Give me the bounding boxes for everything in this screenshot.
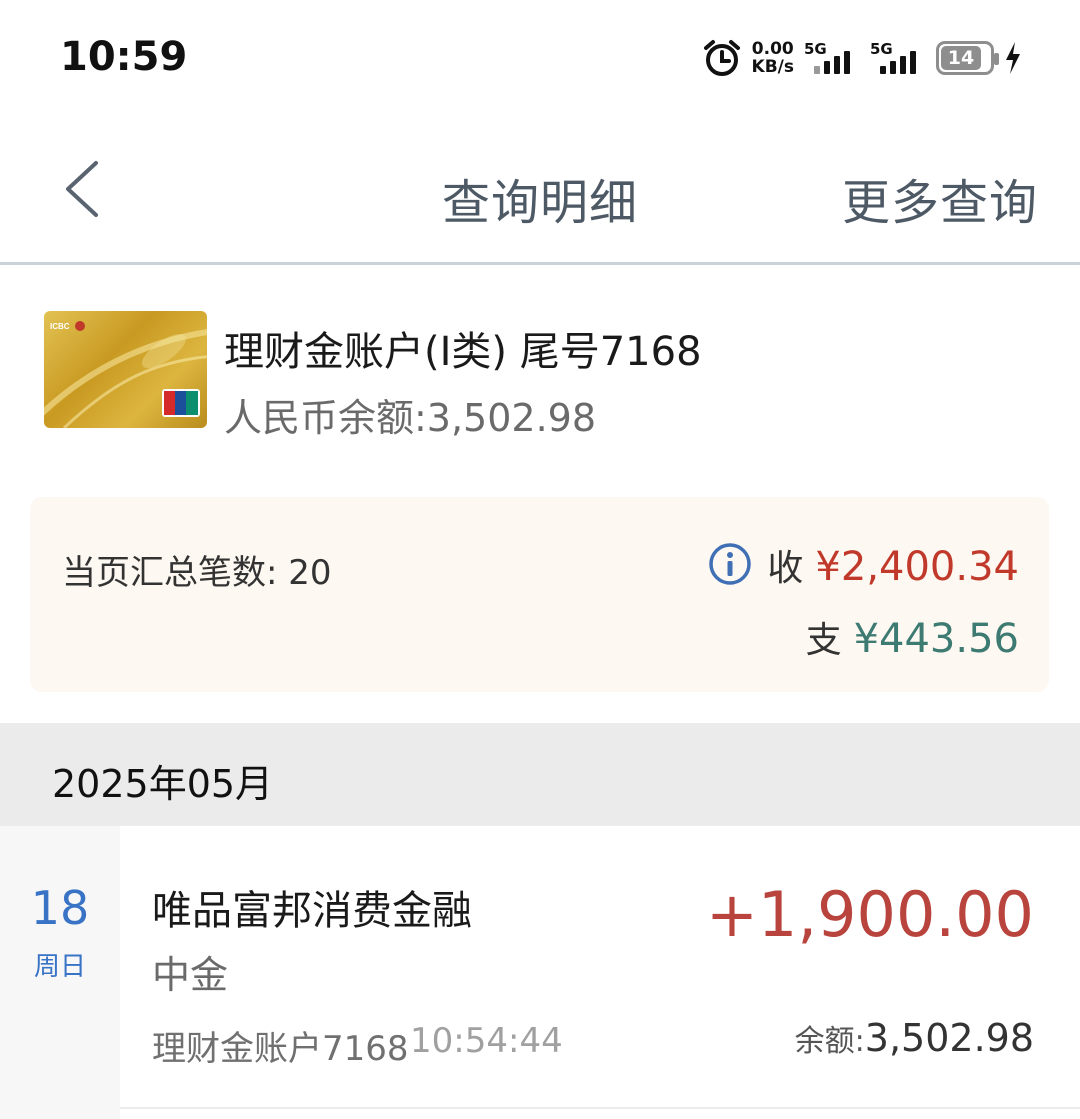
transaction-account: 理财金账户7168 (152, 1029, 409, 1069)
income-row: 收 ¥2,400.34 (767, 539, 1019, 591)
transaction-amount: +1,900.00 (705, 878, 1034, 951)
page-summary: 当页汇总笔数: 20 收 ¥2,400.34 支 ¥443.56 (30, 497, 1049, 692)
transaction-date: 18 周日 (0, 826, 120, 1119)
month-label: 2025年05月 (52, 762, 274, 806)
summary-count: 当页汇总笔数: 20 (62, 553, 332, 593)
transaction-time: 10:54:44 (410, 1021, 563, 1061)
expense-row: 支 ¥443.56 (806, 611, 1019, 663)
account-name: 理财金账户(Ⅰ类) 尾号7168 (224, 329, 702, 375)
row-divider (120, 1107, 1080, 1109)
signal-icon-1: 5G (804, 40, 860, 76)
month-header: 2025年05月 (0, 723, 1080, 826)
status-icons: 0.00 KB/s 5G 5G 14 (702, 38, 1022, 78)
signal-icon-2: 5G (870, 40, 926, 76)
income-label: 收 (767, 548, 804, 589)
svg-text:ICBC: ICBC (50, 322, 70, 331)
transaction-day: 18 (30, 881, 90, 935)
transaction-weekday: 周日 (33, 952, 86, 982)
account-balance: 人民币余额:3,502.98 (224, 396, 597, 440)
transaction-balance-label: 余额: (794, 1024, 865, 1059)
transaction-merchant: 唯品富邦消费金融 (152, 888, 472, 934)
transaction-balance: 余额:3,502.98 (795, 1016, 1034, 1060)
info-icon[interactable] (708, 542, 752, 586)
more-query-button[interactable]: 更多查询 (842, 163, 1038, 233)
transaction-row[interactable]: 18 周日 唯品富邦消费金融 中金 +1,900.00 理财金账户7168 10… (0, 826, 1080, 1119)
transaction-balance-value: 3,502.98 (864, 1016, 1034, 1060)
alarm-icon (703, 40, 740, 76)
income-amount: ¥2,400.34 (815, 544, 1019, 590)
network-speed-value: 0.00 (751, 39, 794, 59)
nav-bar: 查询明细 更多查询 (0, 115, 1080, 265)
battery-level: 14 (947, 47, 975, 69)
bank-card-image: ICBC (44, 311, 207, 428)
expense-amount: ¥443.56 (853, 616, 1019, 662)
account-info[interactable]: ICBC 理财金账户(Ⅰ类) 尾号7168 人民币余额:3,502.98 (44, 311, 1044, 440)
expense-label: 支 (805, 620, 842, 661)
network-speed-unit: KB/s (751, 57, 794, 77)
status-time: 10:59 (60, 34, 188, 80)
network-speed: 0.00 KB/s (752, 40, 794, 76)
charging-icon (1006, 42, 1020, 74)
transaction-counterparty: 中金 (152, 953, 229, 997)
battery-icon: 14 (936, 41, 999, 75)
status-bar: 10:59 0.00 KB/s 5G 5G 14 (0, 0, 1080, 115)
